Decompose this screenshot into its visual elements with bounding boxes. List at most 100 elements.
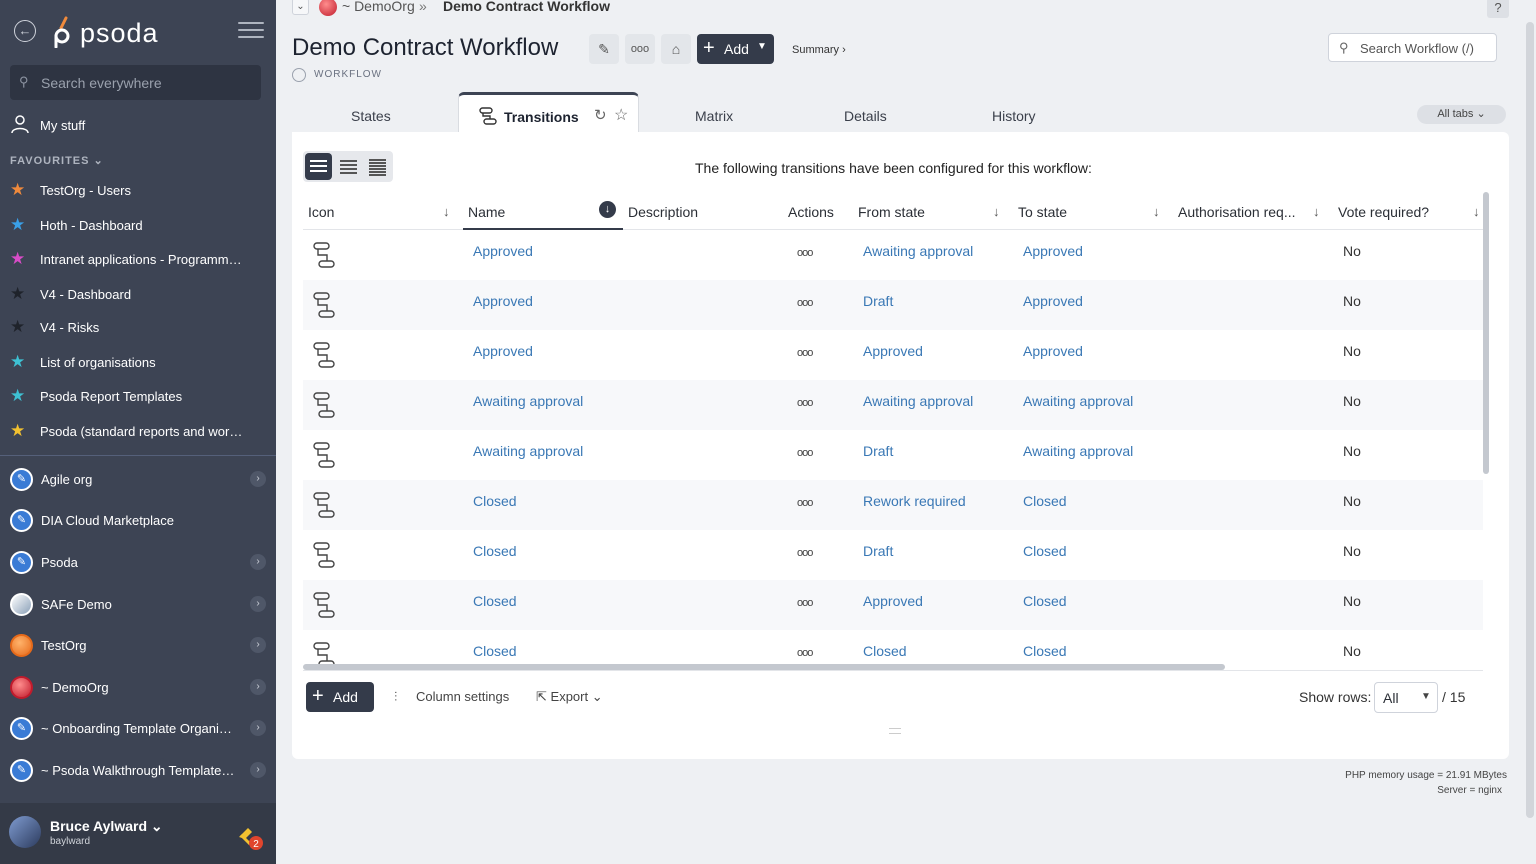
to-state-link[interactable]: Closed <box>1023 643 1067 659</box>
from-state-link[interactable]: Approved <box>863 343 923 359</box>
row-actions-button[interactable]: ooo <box>797 497 813 509</box>
favourite-item[interactable]: ★ V4 - Dashboard <box>10 283 260 307</box>
chevron-right-icon[interactable]: › <box>250 471 266 487</box>
horizontal-scrollbar[interactable] <box>303 664 1225 670</box>
org-item-onboarding-template[interactable]: ✎ ~ Onboarding Template Organisa... › <box>0 710 276 748</box>
column-settings-button[interactable]: ⫶ Column settings <box>394 689 509 705</box>
from-state-link[interactable]: Awaiting approval <box>863 393 973 409</box>
chevron-right-icon[interactable]: › <box>250 720 266 736</box>
org-item-agile-org[interactable]: ✎ Agile org › <box>0 461 276 499</box>
to-state-link[interactable]: Closed <box>1023 493 1067 509</box>
notification-bell-icon[interactable]: 2 <box>236 823 264 851</box>
collapse-menu-icon[interactable] <box>238 22 264 40</box>
table-row[interactable]: Closed ooo Approved Closed No <box>303 580 1483 630</box>
favourite-item[interactable]: ★ V4 - Risks <box>10 316 260 340</box>
table-row[interactable]: Approved ooo Awaiting approval Approved No <box>303 230 1483 280</box>
sort-arrow-icon[interactable]: ↓ <box>1313 204 1320 219</box>
refresh-icon[interactable]: ↻ <box>594 106 607 124</box>
chevron-right-icon[interactable]: › <box>250 554 266 570</box>
row-actions-button[interactable]: ooo <box>797 547 813 559</box>
workflow-search-input[interactable]: ⚲ Search Workflow (/) <box>1328 33 1497 62</box>
view-comfortable-button[interactable] <box>305 153 332 180</box>
help-button[interactable]: ? <box>1487 0 1509 18</box>
column-header-actions[interactable]: Actions <box>788 204 834 220</box>
column-header-description[interactable]: Description <box>628 204 698 220</box>
column-header-from-state[interactable]: From state <box>858 204 925 220</box>
row-actions-button[interactable]: ooo <box>797 597 813 609</box>
sort-arrow-icon[interactable]: ↓ <box>443 204 450 219</box>
sort-arrow-icon[interactable]: ↓ <box>993 204 1000 219</box>
to-state-link[interactable]: Awaiting approval <box>1023 393 1133 409</box>
org-item-safe-demo[interactable]: SAFe Demo › <box>0 586 276 624</box>
favourite-item[interactable]: ★ Hoth - Dashboard <box>10 214 260 238</box>
org-item-psoda[interactable]: ✎ Psoda › <box>0 544 276 582</box>
sort-arrow-icon[interactable]: ↓ <box>1153 204 1160 219</box>
show-rows-select[interactable]: All ▼ <box>1374 682 1438 713</box>
column-header-to-state[interactable]: To state <box>1018 204 1067 220</box>
favourite-item[interactable]: ★ Psoda Report Templates <box>10 385 260 409</box>
export-button[interactable]: ⇱ Export ⌄ <box>536 689 603 705</box>
table-row[interactable]: Closed ooo Draft Closed No <box>303 530 1483 580</box>
to-state-link[interactable]: Approved <box>1023 293 1083 309</box>
transition-name-link[interactable]: Approved <box>473 243 533 259</box>
table-row[interactable]: Closed ooo Closed Closed No <box>303 630 1483 666</box>
table-row[interactable]: Awaiting approval ooo Awaiting approval Awa… <box>303 380 1483 430</box>
transition-name-link[interactable]: Closed <box>473 593 517 609</box>
transition-name-link[interactable]: Closed <box>473 643 517 659</box>
column-header-name[interactable]: Name <box>468 204 505 220</box>
table-row[interactable]: Approved ooo Approved Approved No <box>303 330 1483 380</box>
from-state-link[interactable]: Draft <box>863 443 893 459</box>
view-dense-button[interactable] <box>364 153 391 180</box>
edit-button[interactable]: ✎ <box>589 34 619 64</box>
column-header-icon[interactable]: Icon <box>308 204 334 220</box>
from-state-link[interactable]: Draft <box>863 543 893 559</box>
from-state-link[interactable]: Approved <box>863 593 923 609</box>
to-state-link[interactable]: Closed <box>1023 593 1067 609</box>
row-actions-button[interactable]: ooo <box>797 247 813 259</box>
org-item-dia-cloud-marketplace[interactable]: ✎ DIA Cloud Marketplace <box>0 502 276 540</box>
org-item-demoorg[interactable]: ~ DemoOrg › <box>0 669 276 707</box>
row-actions-button[interactable]: ooo <box>797 297 813 309</box>
from-state-link[interactable]: Rework required <box>863 493 966 509</box>
user-menu[interactable]: Bruce Aylward ⌄ baylward 2 <box>0 803 276 864</box>
favourite-item[interactable]: ★ Psoda (standard reports and work... <box>10 420 260 444</box>
column-header-vote-required[interactable]: Vote required? <box>1338 204 1429 220</box>
transition-name-link[interactable]: Closed <box>473 493 517 509</box>
breadcrumb-org-link[interactable]: ~ DemoOrg <box>342 0 415 14</box>
add-transition-button[interactable]: + Add <box>306 682 374 712</box>
to-state-link[interactable]: Approved <box>1023 243 1083 259</box>
from-state-link[interactable]: Closed <box>863 643 907 659</box>
tab-transitions[interactable]: Transitions ↻ ☆ <box>458 92 639 134</box>
transition-name-link[interactable]: Closed <box>473 543 517 559</box>
from-state-link[interactable]: Awaiting approval <box>863 243 973 259</box>
table-row[interactable]: Approved ooo Draft Approved No <box>303 280 1483 330</box>
star-outline-icon[interactable]: ☆ <box>614 105 628 125</box>
org-item-psoda-walkthrough[interactable]: ✎ ~ Psoda Walkthrough Template P... › <box>0 752 276 790</box>
favourite-item[interactable]: ★ Intranet applications - Programme... <box>10 248 260 272</box>
transition-name-link[interactable]: Approved <box>473 343 533 359</box>
table-row[interactable]: Awaiting approval ooo Draft Awaiting approv… <box>303 430 1483 480</box>
transition-name-link[interactable]: Approved <box>473 293 533 309</box>
back-icon[interactable]: ← <box>14 20 36 42</box>
row-actions-button[interactable]: ooo <box>797 447 813 459</box>
to-state-link[interactable]: Approved <box>1023 343 1083 359</box>
summary-link[interactable]: Summary › <box>792 44 846 56</box>
row-actions-button[interactable]: ooo <box>797 397 813 409</box>
from-state-link[interactable]: Draft <box>863 293 893 309</box>
to-state-link[interactable]: Closed <box>1023 543 1067 559</box>
more-options-button[interactable]: ooo <box>625 34 655 64</box>
vertical-scrollbar[interactable] <box>1483 192 1489 474</box>
sort-arrow-icon[interactable]: ↓ <box>1473 204 1480 219</box>
row-actions-button[interactable]: ooo <box>797 647 813 659</box>
global-search-input[interactable]: ⚲ Search everywhere <box>10 65 261 100</box>
chevron-right-icon[interactable]: › <box>250 762 266 778</box>
transition-name-link[interactable]: Awaiting approval <box>473 443 583 459</box>
column-header-authorisation[interactable]: Authorisation req... <box>1178 204 1296 220</box>
favourites-header[interactable]: FAVOURITES ⌄ <box>10 154 104 167</box>
chevron-down-icon[interactable]: ⌄ <box>292 0 309 15</box>
chevron-right-icon[interactable]: › <box>250 637 266 653</box>
all-tabs-dropdown[interactable]: All tabs ⌄ <box>1417 105 1506 124</box>
sort-active-icon[interactable]: ↓ <box>599 201 616 218</box>
add-button[interactable]: + Add ▼ <box>697 34 774 64</box>
org-item-testorg[interactable]: TestOrg › <box>0 627 276 665</box>
